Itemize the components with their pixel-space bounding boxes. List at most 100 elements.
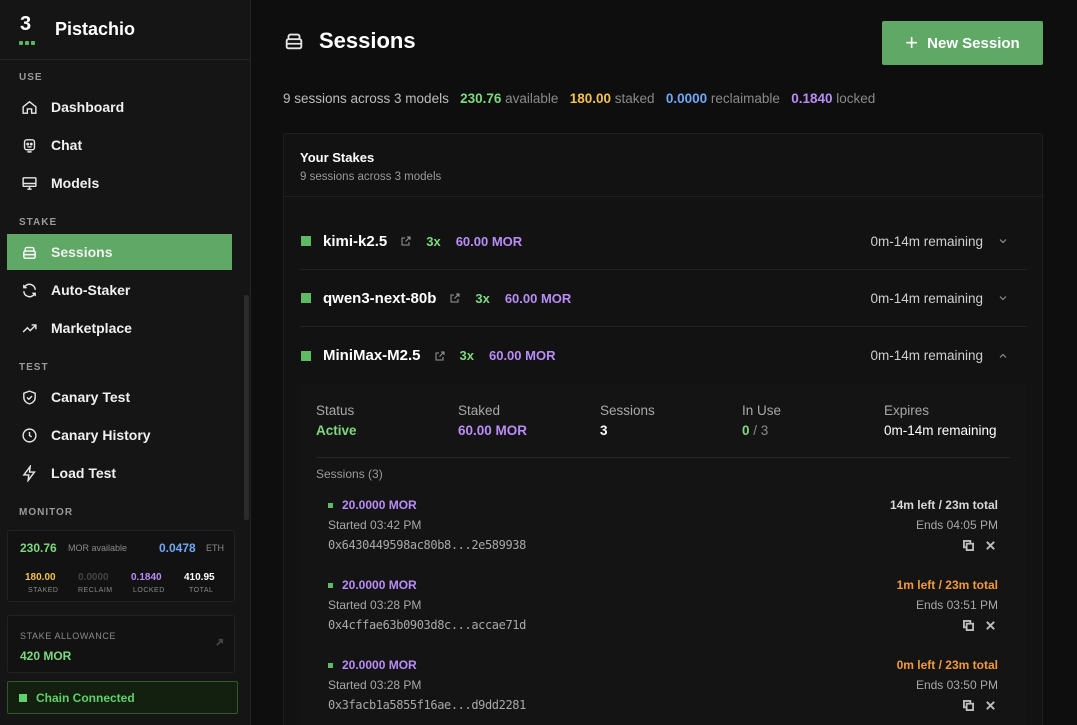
shield-check-icon [23,389,36,405]
in-use-total: / 3 [753,423,769,438]
database-icon [23,246,36,259]
session-ends: Ends 03:50 PM [915,678,998,692]
refresh-icon [23,283,36,297]
status-indicator [301,236,311,246]
stake-allowance[interactable]: STAKE ALLOWANCE 420 MOR [7,615,235,673]
model-row-qwen3-next-80b[interactable]: qwen3-next-80b 3x 60.00 MOR 0m-14m remai… [300,270,1027,327]
new-session-button[interactable]: + New Session [882,21,1043,65]
reclaim-stat-label: RECLAIM [78,587,113,594]
brand[interactable]: 3 Pistachio [0,0,250,60]
sidebar-item-sessions[interactable]: Sessions [7,234,232,270]
nav-section-stake: STAKE [19,217,58,228]
summary-locked-value: 0.1840 [791,91,833,106]
arrow-up-right-icon [216,638,224,646]
sidebar-item-dashboard[interactable]: Dashboard [0,89,232,125]
session-started: Started 03:28 PM [328,598,422,612]
status-indicator [301,293,311,303]
stake-allowance-label: STAKE ALLOWANCE [20,631,117,641]
close-icon[interactable] [985,700,996,711]
model-row-minimax-m2-5[interactable]: MiniMax-M2.5 3x 60.00 MOR 0m-14m remaini… [300,327,1027,384]
model-amount: 60.00 MOR [455,233,523,249]
sidebar-item-label: Load Test [51,465,117,481]
staked-stat-label: STAKED [28,587,59,594]
sidebar-item-chat[interactable]: Chat [0,127,232,163]
sidebar-item-models[interactable]: Models [0,165,232,201]
staked-stat-value: 180.00 [25,572,56,583]
nav-section-test: TEST [19,362,49,373]
sidebar-item-auto-staker[interactable]: Auto-Staker [0,272,232,308]
sidebar-item-canary-history[interactable]: Canary History [0,417,232,453]
page-header: Sessions [283,28,416,54]
brand-logo-text: 3 [20,12,32,35]
session-time-left: 14m left / 23m total [889,498,998,512]
stakes-subtitle: 9 sessions across 3 models [300,171,442,183]
in-use-label: In Use [742,403,782,418]
chevron-down-icon[interactable] [997,235,1009,247]
sessions-count-label: Sessions [600,403,655,418]
stake-allowance-value: 420 MOR [20,649,72,663]
nav-section-use: USE [19,72,43,83]
eth-label: ETH [206,543,224,553]
model-row-kimi-k2-5[interactable]: kimi-k2.5 3x 60.00 MOR 0m-14m remaining [300,213,1027,270]
copy-icon[interactable] [963,700,974,711]
sidebar-item-load-test[interactable]: Load Test [0,455,232,491]
expires-value: 0m-14m remaining [884,423,997,438]
plus-icon: + [905,30,919,55]
model-multiplier: 3x [426,233,441,249]
sidebar: 3 Pistachio USE Dashboard Chat Models ST… [0,0,251,725]
new-session-label: New Session [927,34,1020,52]
sidebar-item-label: Canary Test [51,389,131,405]
session-item: 20.0000 MOR Started 03:42 PM 0x643044959… [328,495,1010,573]
close-icon[interactable] [985,620,996,631]
chain-status: Chain Connected [7,681,238,714]
sidebar-item-marketplace[interactable]: Marketplace [0,310,232,346]
copy-icon[interactable] [963,620,974,631]
nav-section-monitor: MONITOR [19,507,74,518]
database-icon [285,33,303,50]
summary-staked-label: staked [614,91,655,106]
status-value: Active [316,423,357,438]
status-indicator [301,350,311,361]
summary-staked-value: 180.00 [569,91,612,106]
trending-up-icon [22,323,37,333]
sidebar-item-label: Chat [51,137,83,153]
model-name: kimi-k2.5 [323,232,388,250]
session-amount: 20.0000 MOR [342,658,417,672]
page-title: Sessions [319,28,416,53]
model-remaining: 0m-14m remaining [870,290,983,306]
model-multiplier: 3x [475,290,490,306]
eth-value: 0.0478 [159,541,196,555]
session-address: 0x4cffae63b0903d8c...accae71d [328,618,526,632]
session-item: 20.0000 MOR Started 03:28 PM 0x3facb1a58… [328,655,1010,725]
chat-bot-icon [23,138,36,153]
copy-icon[interactable] [963,540,974,551]
external-link-icon[interactable] [449,292,461,304]
stakes-panel-header: Your Stakes 9 sessions across 3 models [284,134,1042,197]
total-stat-label: TOTAL [189,587,214,594]
sidebar-item-label: Marketplace [51,320,132,336]
sidebar-scrollbar[interactable] [244,295,249,520]
status-indicator [328,503,333,508]
external-link-icon[interactable] [434,350,446,362]
summary-reclaimable-value: 0.0000 [665,91,708,106]
close-icon[interactable] [985,540,996,551]
sidebar-item-label: Models [51,175,100,191]
summary-reclaimable-label: reclaimable [710,91,780,106]
reclaim-stat-value: 0.0000 [78,572,109,583]
home-icon [22,100,37,114]
model-multiplier: 3x [459,348,474,363]
session-amount: 20.0000 MOR [342,498,417,512]
summary-locked-label: locked [836,91,876,106]
external-link-icon[interactable] [400,235,412,247]
clock-icon [22,427,37,443]
sidebar-item-canary-test[interactable]: Canary Test [0,379,232,415]
model-name: qwen3-next-80b [323,289,437,307]
chevron-down-icon[interactable] [997,292,1009,304]
sessions-count-value: 3 [600,423,608,438]
staked-label: Staked [458,403,501,418]
session-amount: 20.0000 MOR [342,578,417,592]
chevron-up-icon[interactable] [997,350,1009,362]
session-started: Started 03:42 PM [328,518,422,532]
brand-name: Pistachio [55,19,136,39]
stakes-panel: Your Stakes 9 sessions across 3 models k… [283,133,1043,725]
